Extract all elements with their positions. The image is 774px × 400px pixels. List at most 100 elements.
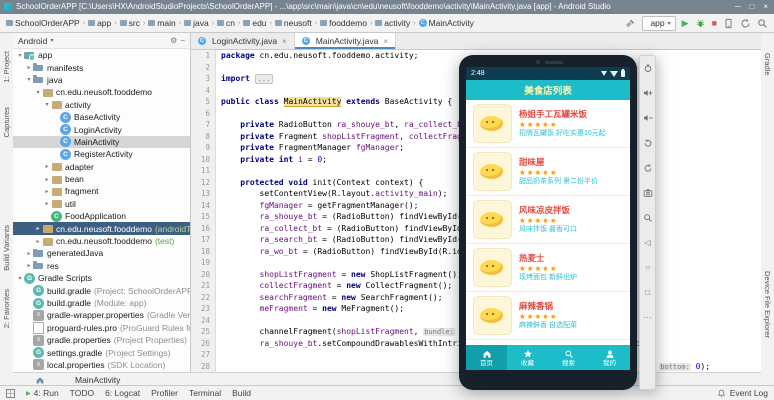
tree-item[interactable]: ▾ app: [13, 49, 190, 61]
chevron-icon[interactable]: ▾: [25, 76, 33, 83]
food-list-item[interactable]: 杨姐手工瓦罐米饭 ★★★★★ 招牌瓦罐饭 好吃实惠10元起: [466, 100, 630, 148]
food-list-item[interactable]: 风味凉皮拌饭 ★★★★★ 风味拌饭 酱香可口: [466, 196, 630, 244]
breadcrumb-item[interactable]: main: [148, 18, 176, 28]
tree-item[interactable]: ▾ G Gradle Scripts: [13, 272, 190, 284]
nav-tab-home[interactable]: 首页: [466, 345, 507, 370]
chevron-icon[interactable]: ▸: [43, 188, 51, 195]
status-item-build[interactable]: Build: [232, 388, 251, 398]
home-icon[interactable]: [35, 375, 45, 385]
food-list[interactable]: 杨姐手工瓦罐米饭 ★★★★★ 招牌瓦罐饭 好吃实惠10元起 甜味屋 ★★★★★ 甜品奶茶系…: [466, 100, 630, 345]
close-icon[interactable]: ×: [282, 37, 287, 46]
editor-tab[interactable]: C MainActivity.java ×: [294, 33, 397, 49]
breadcrumb-item[interactable]: neusoft: [274, 18, 312, 28]
tree-item[interactable]: ▸ res: [13, 260, 190, 272]
chevron-icon[interactable]: ▾: [34, 89, 42, 96]
tool-window-button-captures[interactable]: Captures: [2, 107, 11, 137]
breadcrumb-item[interactable]: app: [88, 18, 111, 28]
chevron-icon[interactable]: ▸: [43, 163, 51, 170]
tree-item[interactable]: C RegisterActivity: [13, 148, 190, 160]
power-icon[interactable]: [642, 62, 653, 73]
tree-item[interactable]: ▸ cn.edu.neusoft.fooddemo(androidTest): [13, 222, 190, 235]
more-icon[interactable]: ···: [642, 312, 653, 323]
status-item-profiler[interactable]: Profiler: [151, 388, 178, 398]
gear-icon[interactable]: ⚙: [170, 36, 177, 45]
zoom-icon[interactable]: [642, 212, 653, 223]
tree-item[interactable]: C FoodApplication: [13, 210, 190, 222]
chevron-icon[interactable]: ▸: [43, 200, 51, 207]
run-button[interactable]: ▶: [682, 18, 689, 29]
tree-item[interactable]: C LoginActivity: [13, 123, 190, 136]
tree-item[interactable]: ▾ activity: [13, 99, 190, 111]
food-list-item[interactable]: 麻辣香锅 ★★★★★ 麻辣鲜香 自选配菜: [466, 292, 630, 340]
tree-item[interactable]: ▾ java: [13, 74, 190, 86]
run-config-select[interactable]: app ▾: [642, 15, 676, 31]
tool-window-button-device-file-explorer[interactable]: Device File Explorer: [763, 271, 772, 338]
tree-item[interactable]: ≡ local.properties (SDK Location): [13, 359, 190, 371]
close-icon[interactable]: ×: [383, 37, 388, 46]
nav-tab-me[interactable]: 我的: [589, 345, 630, 370]
home-icon[interactable]: ○: [642, 262, 653, 273]
tree-item[interactable]: ≡ gradle.properties (Project Properties): [13, 334, 190, 346]
tree-item[interactable]: Gsettings.gradle (Project Settings): [13, 346, 190, 359]
status-item--run[interactable]: ▶ 4: Run: [26, 388, 59, 398]
tool-window-button--favorites[interactable]: 2: Favorites: [2, 289, 11, 328]
tree-item[interactable]: ▸ util: [13, 198, 190, 210]
status-item-terminal[interactable]: Terminal: [189, 388, 221, 398]
minimize-icon[interactable]: ─: [735, 0, 741, 14]
tool-window-button--project[interactable]: 1: Project: [2, 51, 11, 83]
avd-manager-button[interactable]: [723, 18, 734, 29]
back-icon[interactable]: ◁: [642, 237, 653, 248]
tree-item[interactable]: ▾ cn.edu.neusoft.fooddemo: [13, 86, 190, 98]
tree-item[interactable]: Gbuild.gradle (Module: app): [13, 297, 190, 309]
tree-item[interactable]: ▸ bean: [13, 173, 190, 185]
chevron-icon[interactable]: ▸: [34, 238, 42, 245]
tool-window-grid-icon[interactable]: [6, 388, 15, 398]
breadcrumb-item[interactable]: edu: [243, 18, 267, 28]
chevron-icon[interactable]: ▾: [43, 101, 51, 108]
volume-up-icon[interactable]: [642, 87, 653, 98]
tree-item[interactable]: C MainActivity: [13, 135, 190, 149]
tool-window-button-build-variants[interactable]: Build Variants: [2, 225, 11, 271]
breadcrumb-item[interactable]: java: [184, 18, 209, 28]
tree-item[interactable]: ▸ fragment: [13, 185, 190, 197]
close-icon[interactable]: ×: [763, 0, 768, 14]
screenshot-icon[interactable]: [642, 187, 653, 198]
tree-item[interactable]: ▸ manifests: [13, 61, 190, 73]
tree-item[interactable]: ▸ cn.edu.neusoft.fooddemo (test): [13, 235, 190, 247]
rotate-left-icon[interactable]: [642, 137, 653, 148]
breadcrumb-item[interactable]: C MainActivity: [418, 18, 474, 28]
food-list-item[interactable]: 热麦士 ★★★★★ 现烤面包 新鲜出炉: [466, 244, 630, 292]
collapse-icon[interactable]: −: [180, 36, 185, 45]
debug-button[interactable]: [695, 18, 706, 29]
chevron-icon[interactable]: ▸: [43, 176, 51, 183]
breadcrumb-item[interactable]: activity: [375, 18, 410, 28]
chevron-icon[interactable]: ▾: [16, 275, 24, 282]
tool-window-button-gradle[interactable]: Gradle: [763, 53, 772, 76]
nav-tab-search[interactable]: 搜索: [548, 345, 589, 370]
breadcrumb-item[interactable]: cn: [217, 18, 235, 28]
overview-icon[interactable]: □: [642, 287, 653, 298]
phone-screen[interactable]: 2:48 美食店列表 杨姐手工瓦罐米饭 ★★★★★ 招牌瓦罐饭 好吃实惠10元起 甜味…: [466, 67, 630, 370]
tree-item[interactable]: ▸ adapter: [13, 161, 190, 173]
chevron-icon[interactable]: ▾: [16, 52, 24, 59]
chevron-down-icon[interactable]: ▾: [50, 37, 53, 44]
breadcrumb-item[interactable]: fooddemo: [320, 18, 367, 28]
nav-tab-star[interactable]: 收藏: [507, 345, 548, 370]
status-item-todo[interactable]: TODO: [70, 388, 94, 398]
food-list-item[interactable]: 甜味屋 ★★★★★ 甜品奶茶系列 第二份半价: [466, 148, 630, 196]
chevron-icon[interactable]: ▸: [25, 64, 33, 71]
build-hammer-button[interactable]: [625, 18, 636, 29]
volume-down-icon[interactable]: [642, 112, 653, 123]
tree-item[interactable]: ≡gradle-wrapper.properties(Gradle Versio…: [13, 309, 190, 321]
editor-tab[interactable]: C LoginActivity.java ×: [191, 33, 295, 49]
rotate-right-icon[interactable]: [642, 162, 653, 173]
tree-item[interactable]: proguard-rules.pro(ProGuard Rules for a.…: [13, 321, 190, 334]
tree-item[interactable]: C BaseActivity: [13, 111, 190, 123]
project-view-mode[interactable]: Android: [18, 36, 47, 46]
tree-item[interactable]: ▸ generatedJava: [13, 247, 190, 259]
search-everywhere-button[interactable]: [757, 18, 768, 29]
tree-item[interactable]: Gbuild.gradle (Project: SchoolOrderAPP): [13, 284, 190, 297]
chevron-icon[interactable]: ▸: [25, 262, 33, 269]
gradle-sync-button[interactable]: [740, 18, 751, 29]
breadcrumb-item[interactable]: SchoolOrderAPP: [6, 18, 80, 28]
